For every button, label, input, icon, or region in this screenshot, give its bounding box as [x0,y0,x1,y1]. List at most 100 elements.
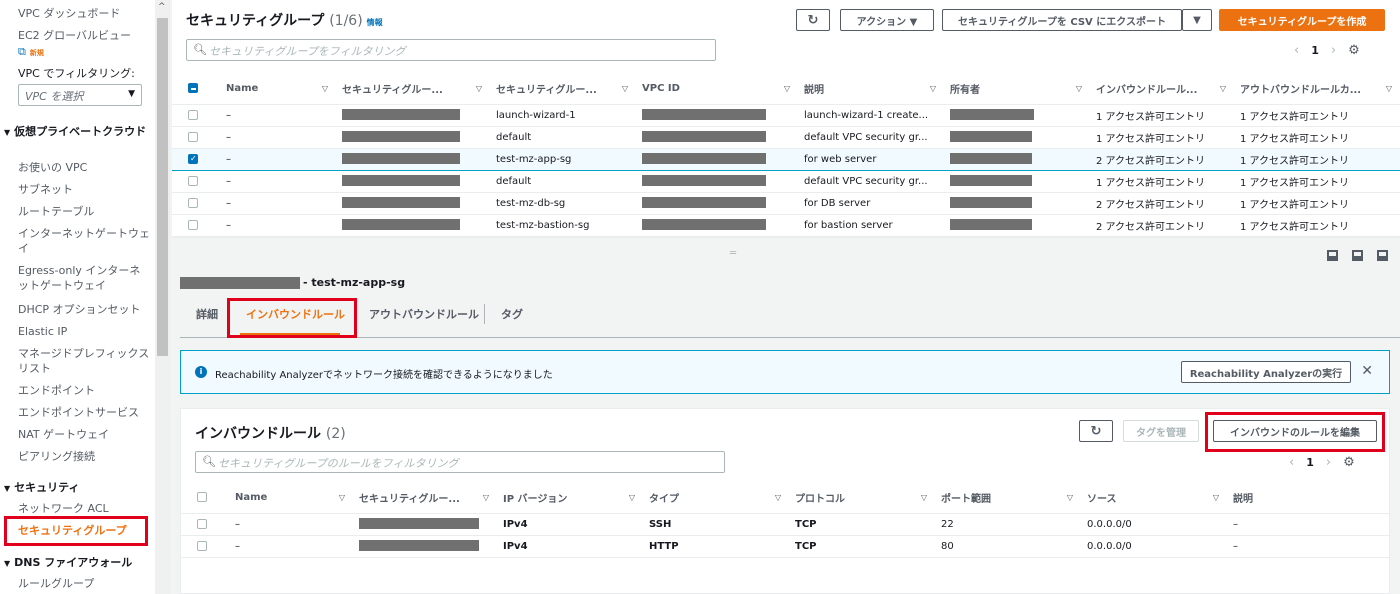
row-vpc-id[interactable] [636,192,798,215]
run-reachability-analyzer-button[interactable]: Reachability Analyzerの実行 [1181,361,1351,383]
sidebar-section-dns[interactable]: ▼ DNS ファイアウォール [4,555,152,571]
select-all-checkbox[interactable] [188,83,198,94]
tab-outbound-rules[interactable]: アウトバウンドルール [369,306,479,322]
refresh-button[interactable]: ↻ [796,9,830,31]
sidebar-item-dhcp-options[interactable]: DHCP オプションセット [18,302,150,317]
sidebar-item-internet-gateways[interactable]: インターネットゲートウェイ [18,226,150,256]
sidebar-item-vpc-dashboard[interactable]: VPC ダッシュボード [18,6,150,21]
select-all-checkbox[interactable] [197,492,207,503]
col-type[interactable]: タイプ ▽ [643,483,789,514]
row-vpc-id[interactable] [636,170,798,193]
info-link[interactable]: 情報 [367,18,383,27]
current-page[interactable]: 1 [1311,44,1319,57]
row-checkbox[interactable] [197,518,207,529]
rules-filter-input[interactable]: 🔍︎ セキュリティグループのルールをフィルタリング [195,451,725,473]
export-dropdown-button[interactable]: ▼ [1182,9,1212,31]
row-checkbox[interactable] [188,175,198,186]
row-sg-id[interactable] [336,170,490,193]
sidebar-item-endpoints[interactable]: エンドポイント [18,383,150,398]
vpc-filter-select[interactable]: VPC を選択 ▼ [18,84,142,106]
row-sg-rule-id[interactable] [353,535,497,558]
table-row[interactable]: – default default VPC security gr... 1 ア… [172,170,1400,193]
sidebar-item-endpoint-services[interactable]: エンドポイントサービス [18,405,150,420]
row-checkbox-checked[interactable] [188,153,198,164]
split-handle[interactable]: ═ [730,248,736,259]
table-row-selected[interactable]: – test-mz-app-sg for web server 2 アクセス許可… [172,147,1400,171]
col-sg-rule-id[interactable]: セキュリティグルー... ▽ [353,483,497,514]
row-vpc-id[interactable] [636,104,798,127]
table-row[interactable]: – test-mz-db-sg for DB server 2 アクセス許可エン… [172,192,1400,215]
row-checkbox[interactable] [197,540,207,551]
layout-bottom-icon[interactable] [1327,250,1338,261]
sidebar-item-ec2-global-view[interactable]: EC2 グローバルビュー [18,28,150,43]
col-vpc-id[interactable]: VPC ID ▽ [636,74,798,105]
table-row[interactable]: – test-mz-bastion-sg for bastion server … [172,214,1400,237]
layout-split-icon[interactable] [1352,250,1363,261]
col-description[interactable]: 説明 ▽ [798,74,944,105]
row-checkbox[interactable] [188,109,198,120]
row-checkbox[interactable] [188,219,198,230]
sidebar-item-peering[interactable]: ピアリング接続 [18,449,150,464]
sidebar-scrollbar[interactable]: ^ [155,0,169,594]
col-description[interactable]: 説明 [1227,483,1389,514]
layout-full-icon[interactable] [1377,250,1388,261]
next-page-icon[interactable]: › [1326,455,1331,470]
scrollbar-thumb[interactable] [157,18,168,356]
row-sg-id[interactable] [336,104,490,127]
table-row[interactable]: – IPv4 SSH TCP 22 0.0.0.0/0 – [181,513,1389,536]
row-sg-rule-id[interactable] [353,513,497,536]
sidebar-item-your-vpcs[interactable]: お使いの VPC [18,160,150,175]
rules-current-page[interactable]: 1 [1306,456,1314,469]
table-row[interactable]: – default default VPC security gr... 1 ア… [172,126,1400,149]
settings-gear-icon[interactable]: ⚙ [1348,43,1360,58]
col-name[interactable]: Name ▽ [229,483,353,514]
row-vpc-id[interactable] [636,214,798,237]
actions-button[interactable]: アクション ▼ [840,9,934,31]
row-sg-id[interactable] [336,214,490,237]
next-page-icon[interactable]: › [1331,43,1336,58]
create-security-group-button[interactable]: セキュリティグループを作成 [1219,9,1385,31]
col-sg-id[interactable]: セキュリティグルー... ▽ [336,74,490,105]
settings-gear-icon[interactable]: ⚙ [1343,455,1355,470]
col-inbound[interactable]: インバウンドルール... ▽ [1090,74,1234,105]
close-icon[interactable]: ✕ [1361,363,1373,379]
scroll-up-icon[interactable]: ^ [158,2,166,12]
select-all-checkbox-cell[interactable] [172,74,220,105]
col-source[interactable]: ソース ▽ [1081,483,1227,514]
sidebar-item-route-tables[interactable]: ルートテーブル [18,204,150,219]
col-owner[interactable]: 所有者 ▽ [944,74,1090,105]
col-port-range[interactable]: ポート範囲 ▽ [935,483,1081,514]
col-ip-version[interactable]: IP バージョン ▽ [497,483,643,514]
manage-tags-button[interactable]: タグを管理 [1123,420,1199,442]
sidebar-item-prefix-lists[interactable]: マネージドプレフィックスリスト [18,346,150,376]
select-all-cell[interactable] [181,483,229,514]
tab-details[interactable]: 詳細 [196,306,218,322]
security-group-filter-input[interactable]: 🔍︎ セキュリティグループをフィルタリング [186,39,716,61]
prev-page-icon[interactable]: ‹ [1294,43,1299,58]
sidebar-section-security[interactable]: ▼ セキュリティ [4,480,152,496]
row-checkbox[interactable] [188,131,198,142]
sidebar-item-network-acl[interactable]: ネットワーク ACL [18,501,150,516]
col-protocol[interactable]: プロトコル ▽ [789,483,935,514]
row-sg-id[interactable] [336,147,490,171]
col-name[interactable]: Name ▽ [220,74,336,105]
row-vpc-id[interactable] [636,147,798,171]
row-vpc-id[interactable] [636,126,798,149]
sidebar-item-egress-only-igw[interactable]: Egress-only インターネットゲートウェイ [18,263,150,293]
prev-page-icon[interactable]: ‹ [1289,455,1294,470]
sidebar-item-subnets[interactable]: サブネット [18,182,150,197]
sidebar-item-nat-gateways[interactable]: NAT ゲートウェイ [18,427,150,442]
rules-refresh-button[interactable]: ↻ [1079,420,1113,442]
table-row[interactable]: – launch-wizard-1 launch-wizard-1 create… [172,104,1400,127]
external-link-icon[interactable]: ⧉ [18,45,26,58]
row-checkbox[interactable] [188,197,198,208]
row-sg-id[interactable] [336,126,490,149]
col-outbound[interactable]: アウトバウンドルールカ... ▽ [1234,74,1400,105]
table-row[interactable]: – IPv4 HTTP TCP 80 0.0.0.0/0 – [181,535,1389,558]
export-csv-button[interactable]: セキュリティグループを CSV にエクスポート [942,9,1182,31]
tab-tags[interactable]: タグ [501,306,523,322]
row-sg-id[interactable] [336,192,490,215]
sidebar-item-rule-groups[interactable]: ルールグループ [18,576,150,591]
sidebar-item-elastic-ip[interactable]: Elastic IP [18,324,150,339]
sidebar-section-vpc[interactable]: ▼ 仮想プライベートクラウド [4,124,152,140]
